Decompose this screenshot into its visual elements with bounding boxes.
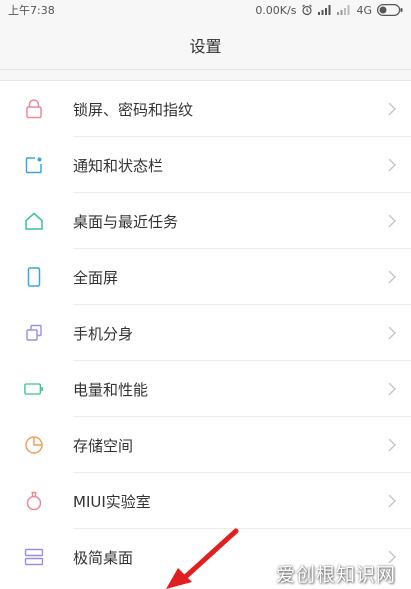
chevron-right-icon [388,494,396,508]
chevron-right-icon [388,326,396,340]
settings-item-full-screen[interactable]: 全面屏 [0,249,411,305]
lock-icon [24,99,44,119]
battery-icon [24,379,44,399]
flask-icon [24,491,44,511]
copy-icon [24,323,44,343]
signal-icon [318,5,332,15]
chevron-right-icon [388,382,396,396]
settings-list: 锁屏、密码和指纹 通知和状态栏 桌面与最近任务 全面屏 手机分身 电量和性能 存… [0,80,411,589]
chevron-right-icon [388,214,396,228]
chevron-right-icon [388,270,396,284]
phone-icon [24,267,44,287]
battery-status-icon [377,4,403,16]
chevron-right-icon [388,102,396,116]
chevron-right-icon [388,438,396,452]
settings-item-label: 锁屏、密码和指纹 [73,100,194,119]
chevron-right-icon [388,158,396,172]
settings-item-dual-apps[interactable]: 手机分身 [0,305,411,361]
title-bar: 设置 [0,20,411,70]
page-title: 设置 [189,36,222,56]
settings-item-label: 全面屏 [73,268,119,287]
notification-icon [24,155,44,175]
settings-item-label: 通知和状态栏 [73,156,164,175]
settings-item-lock-screen[interactable]: 锁屏、密码和指纹 [0,81,411,137]
settings-item-miui-lab[interactable]: MIUI实验室 [0,473,411,529]
settings-item-label: 极简桌面 [73,548,134,567]
settings-item-label: 桌面与最近任务 [73,212,179,231]
settings-item-desktop-recents[interactable]: 桌面与最近任务 [0,193,411,249]
status-bar: 上午7:38 0.00K/s 4G [0,0,411,20]
settings-item-label: 存储空间 [73,436,134,455]
settings-item-storage[interactable]: 存储空间 [0,417,411,473]
status-indicators: 0.00K/s 4G [255,4,403,17]
layout-icon [24,547,44,567]
settings-item-label: MIUI实验室 [73,492,151,511]
home-icon [24,211,44,231]
settings-item-notifications[interactable]: 通知和状态栏 [0,137,411,193]
status-time: 上午7:38 [8,4,55,17]
network-type: 4G [356,3,372,17]
pie-chart-icon [24,435,44,455]
settings-item-battery-performance[interactable]: 电量和性能 [0,361,411,417]
alarm-icon [301,4,313,16]
network-speed: 0.00K/s [255,3,297,17]
settings-item-label: 电量和性能 [73,380,149,399]
watermark-text: 爱创根知识网 [276,564,397,586]
settings-item-label: 手机分身 [73,324,134,343]
signal-secondary-icon [337,5,351,15]
